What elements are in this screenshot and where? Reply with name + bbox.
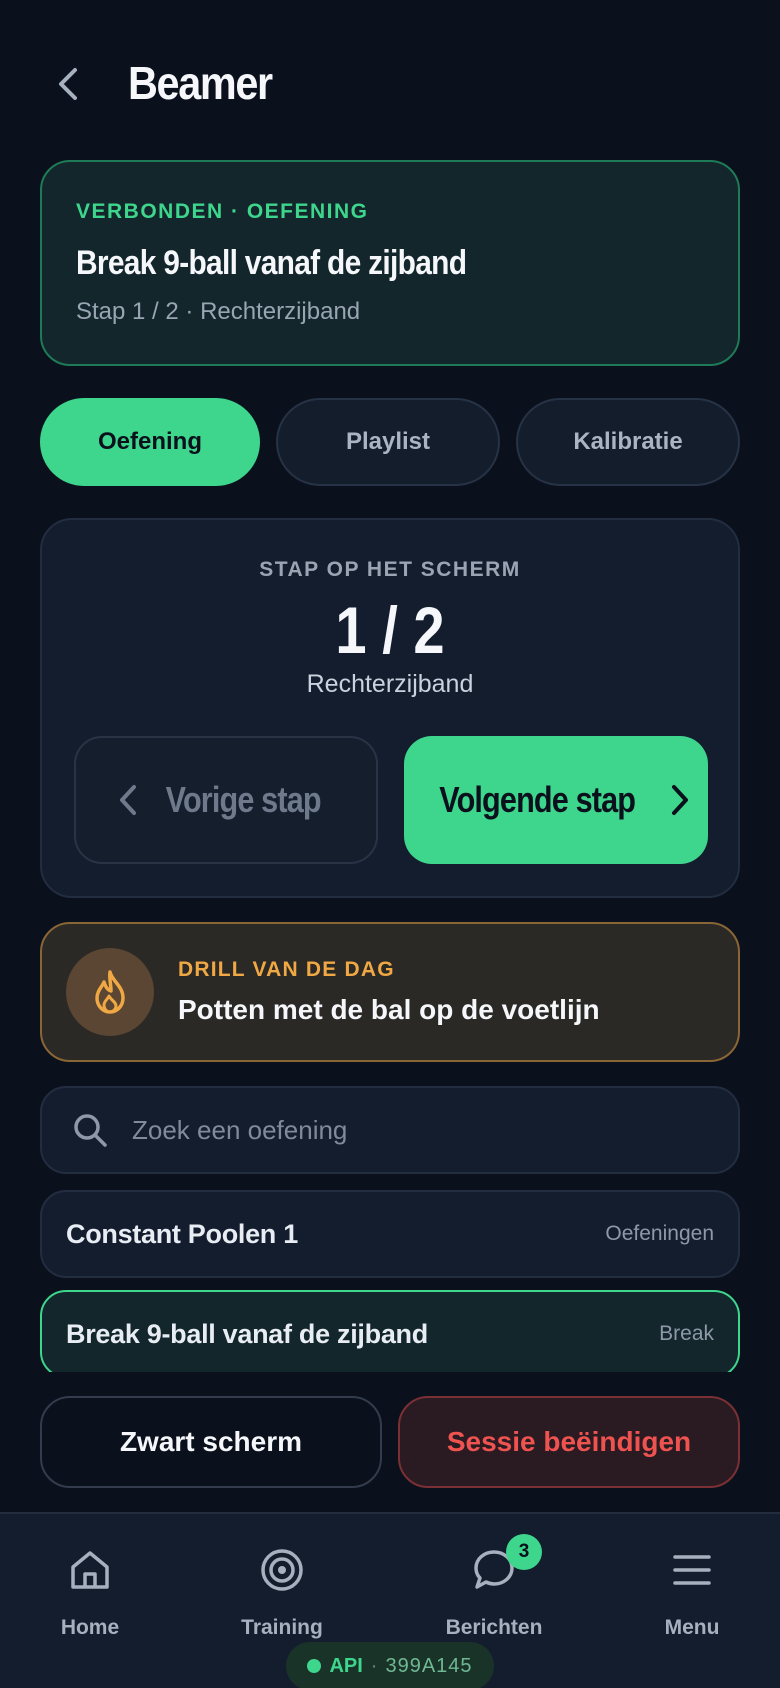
end-session-button[interactable]: Sessie beëindigen (398, 1396, 740, 1488)
exercise-list: Constant Poolen 1 Oefeningen Break 9-bal… (40, 1190, 740, 1372)
step-panel: STAP OP HET SCHERM 1 / 2 Rechterzijband … (40, 518, 740, 898)
drill-title: Potten met de bal op de voetlijn (178, 994, 600, 1025)
search-icon (70, 1110, 110, 1150)
connection-status-card: VERBONDEN · OEFENING Break 9-ball vanaf … (40, 160, 740, 366)
target-icon (256, 1544, 308, 1596)
nav-item-berichten[interactable]: 3 Berichten (404, 1534, 584, 1640)
list-item-category: Oefeningen (605, 1222, 714, 1245)
search-box (40, 1086, 740, 1174)
api-separator: · (370, 1654, 378, 1677)
next-step-label: Volgende stap (439, 779, 636, 820)
step-kicker: STAP OP HET SCHERM (259, 558, 521, 581)
menu-icon (666, 1544, 718, 1596)
list-item[interactable]: Constant Poolen 1 Oefeningen (40, 1190, 740, 1278)
api-code: 399A145 (385, 1654, 473, 1677)
nav-label-training: Training (241, 1616, 323, 1639)
drill-of-the-day-card[interactable]: DRILL VAN DE DAG Potten met de bal op de… (40, 922, 740, 1062)
list-item-selected[interactable]: Break 9-ball vanaf de zijband Break (40, 1290, 740, 1372)
nav-label-berichten: Berichten (445, 1616, 543, 1639)
step-name: Rechterzijband (306, 670, 474, 698)
chat-icon: 3 (468, 1534, 542, 1596)
nav-item-menu[interactable]: Menu (602, 1544, 780, 1640)
chevron-left-icon (119, 785, 136, 815)
home-icon (64, 1544, 116, 1596)
previous-step-label: Vorige stap (165, 779, 321, 820)
chevron-left-icon (59, 68, 77, 100)
chevron-right-icon (672, 785, 689, 815)
nav-item-home[interactable]: Home (0, 1544, 180, 1640)
list-item-category: Break (659, 1322, 714, 1345)
nav-label-home: Home (60, 1616, 120, 1639)
nav-item-training[interactable]: Training (192, 1544, 372, 1640)
unread-badge: 3 (506, 1534, 542, 1570)
nav-label-menu: Menu (664, 1616, 720, 1639)
back-button[interactable] (48, 60, 88, 108)
flame-icon (66, 948, 154, 1036)
previous-step-button[interactable]: Vorige stap (74, 736, 378, 864)
page-title: Beamer (128, 57, 273, 109)
next-step-button[interactable]: Volgende stap (404, 736, 708, 864)
tab-playlist[interactable]: Playlist (276, 398, 500, 486)
api-status-dot (307, 1659, 322, 1673)
step-counter: 1 / 2 (335, 593, 445, 667)
list-item-title: Constant Poolen 1 (66, 1218, 298, 1249)
api-label: API (329, 1654, 363, 1677)
api-status-pill: API · 399A145 (286, 1642, 494, 1688)
search-input[interactable] (132, 1114, 692, 1146)
status-kicker: VERBONDEN · OEFENING (76, 200, 369, 223)
list-item-title: Break 9-ball vanaf de zijband (66, 1318, 428, 1349)
tab-kalibratie[interactable]: Kalibratie (516, 398, 740, 486)
current-exercise-title: Break 9-ball vanaf de zijband (76, 244, 467, 282)
black-screen-button[interactable]: Zwart scherm (40, 1396, 382, 1488)
bottom-nav: Home Training 3 Berichten Menu API · 399… (0, 1512, 780, 1688)
current-step-subtitle: Stap 1 / 2 · Rechterzijband (76, 298, 361, 325)
drill-kicker: DRILL VAN DE DAG (178, 958, 395, 981)
tab-oefening[interactable]: Oefening (40, 398, 260, 486)
